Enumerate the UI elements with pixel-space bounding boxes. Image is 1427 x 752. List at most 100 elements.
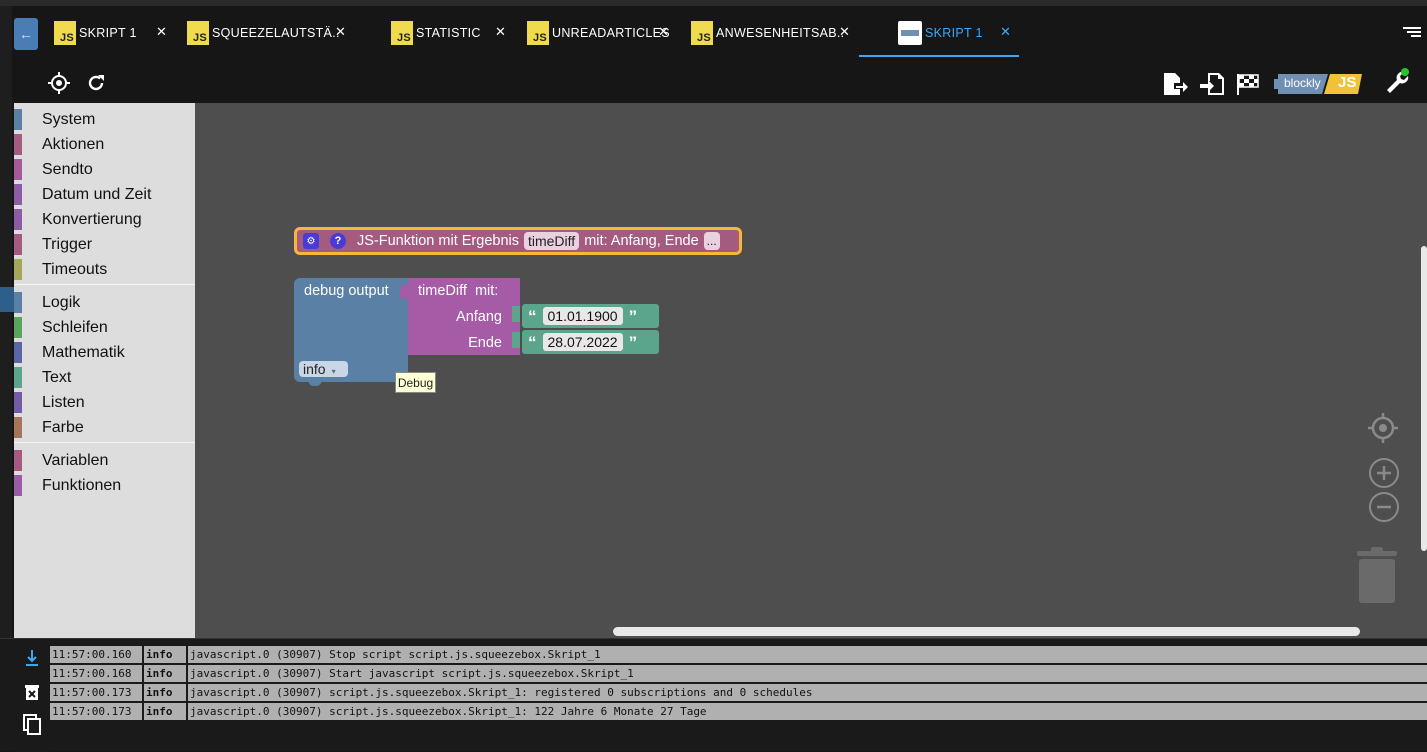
category-label: Listen	[42, 393, 85, 411]
zoom-in-icon[interactable]	[1368, 457, 1400, 489]
category-color-bar	[14, 450, 22, 471]
category-logik[interactable]: Logik	[14, 290, 195, 315]
text-value-field[interactable]: 01.01.1900	[542, 307, 623, 325]
import-icon[interactable]	[1199, 71, 1225, 97]
category-label: System	[42, 110, 96, 128]
block-connector	[400, 285, 410, 299]
tab-anwesenheitsab[interactable]: JS ANWESENHEITSAB.. ✕	[691, 18, 850, 48]
log-time: 11:57:00.173	[50, 684, 144, 701]
category-color-bar	[14, 417, 22, 438]
category-datum-und-zeit[interactable]: Datum und Zeit	[14, 182, 195, 207]
recenter-icon[interactable]	[1367, 412, 1399, 444]
locate-icon[interactable]	[48, 72, 70, 94]
function-name-field[interactable]: timeDiff	[523, 232, 580, 250]
category-sendto[interactable]: Sendto	[14, 157, 195, 182]
category-color-bar	[14, 475, 22, 496]
close-icon[interactable]: ✕	[335, 24, 346, 40]
function-call-block[interactable]: timeDiff mit: Anfang Ende	[408, 278, 520, 355]
open-quote-icon: “	[528, 332, 537, 352]
close-icon[interactable]: ✕	[156, 24, 167, 40]
debug-output-block[interactable]: debug output info ▾	[294, 278, 408, 382]
category-color-bar	[14, 367, 22, 388]
category-farbe[interactable]: Farbe	[14, 415, 195, 440]
tab-label: SKRIPT 1	[79, 26, 137, 40]
category-aktionen[interactable]: Aktionen	[14, 132, 195, 157]
trash-icon[interactable]	[1355, 545, 1399, 605]
checkered-flag-icon[interactable]	[1236, 72, 1260, 96]
close-icon[interactable]: ✕	[658, 24, 669, 40]
refresh-icon[interactable]	[86, 73, 106, 93]
arg-label-ende: Ende	[468, 335, 502, 351]
zoom-out-icon[interactable]	[1368, 491, 1400, 523]
back-button[interactable]: ←	[14, 18, 38, 50]
category-label: Sendto	[42, 160, 93, 178]
category-color-bar	[14, 184, 22, 205]
js-icon: JS	[391, 21, 413, 45]
category-separator	[14, 284, 195, 285]
scroll-down-icon[interactable]	[24, 649, 40, 667]
category-label: Text	[42, 368, 72, 386]
category-konvertierung[interactable]: Konvertierung	[14, 207, 195, 232]
category-variablen[interactable]: Variablen	[14, 448, 195, 473]
category-system[interactable]: System	[14, 107, 195, 132]
text-block-ende[interactable]: “ 28.07.2022 ”	[522, 330, 659, 354]
horizontal-scrollbar[interactable]	[613, 627, 1360, 636]
chevron-down-icon: ▾	[331, 367, 336, 376]
log-row: 11:57:00.173 info javascript.0 (30907) s…	[50, 703, 1427, 720]
copy-icon[interactable]	[22, 713, 42, 735]
tab-skript-1[interactable]: JS SKRIPT 1 ✕	[54, 18, 167, 48]
category-timeouts[interactable]: Timeouts	[14, 257, 195, 282]
menu-icon[interactable]	[1403, 27, 1421, 39]
log-row: 11:57:00.168 info javascript.0 (30907) S…	[50, 665, 1427, 682]
tab-statistic[interactable]: JS STATISTIC ✕	[391, 18, 506, 48]
category-label: Timeouts	[42, 260, 108, 278]
arrow-left-icon: ←	[19, 26, 33, 42]
category-separator	[14, 442, 195, 443]
blockly-js-toggle[interactable]: blockly JS	[1272, 72, 1370, 96]
category-funktionen[interactable]: Funktionen	[14, 473, 195, 498]
log-level: info	[144, 665, 188, 682]
open-quote-icon: “	[528, 306, 537, 326]
tab-skript-1-active[interactable]: SKRIPT 1 ✕	[898, 18, 1011, 48]
log-row: 11:57:00.160 info javascript.0 (30907) S…	[50, 646, 1427, 663]
gear-icon[interactable]: ⚙	[303, 233, 319, 249]
log-message: javascript.0 (30907) script.js.squeezebo…	[190, 705, 707, 718]
wrench-icon[interactable]	[1383, 66, 1413, 96]
function-definition-block[interactable]: ⚙ ? JS-Funktion mit Ergebnis timeDiff mi…	[294, 227, 742, 255]
tab-unreadarticles[interactable]: JS UNREADARTICLES ✕	[527, 18, 670, 48]
category-color-bar	[14, 234, 22, 255]
log-time: 11:57:00.173	[50, 703, 144, 720]
function-code-button[interactable]: ...	[703, 232, 720, 250]
close-icon[interactable]: ✕	[839, 24, 850, 40]
category-color-bar	[14, 317, 22, 338]
category-color-bar	[14, 109, 22, 130]
help-icon[interactable]: ?	[330, 233, 346, 249]
category-listen[interactable]: Listen	[14, 390, 195, 415]
close-icon[interactable]: ✕	[1000, 24, 1011, 40]
input-socket	[512, 332, 520, 348]
category-color-bar	[14, 392, 22, 413]
category-trigger[interactable]: Trigger	[14, 232, 195, 257]
blockly-workspace[interactable]: ⚙ ? JS-Funktion mit Ergebnis timeDiff mi…	[195, 103, 1427, 638]
log-message: javascript.0 (30907) script.js.squeezebo…	[190, 686, 813, 699]
close-icon[interactable]: ✕	[495, 24, 506, 40]
category-text[interactable]: Text	[14, 365, 195, 390]
category-color-bar	[14, 259, 22, 280]
log-level-value: info	[303, 361, 326, 377]
log-level: info	[144, 646, 188, 663]
category-label: Variablen	[42, 451, 109, 469]
category-mathematik[interactable]: Mathematik	[14, 340, 195, 365]
text-block-anfang[interactable]: “ 01.01.1900 ”	[522, 304, 659, 328]
text-value-field[interactable]: 28.07.2022	[542, 333, 623, 351]
log-time: 11:57:00.160	[50, 646, 144, 663]
tab-squeezelautstaerke[interactable]: JS SQUEEZELAUTSTÄ.. ✕	[187, 18, 346, 48]
js-icon: JS	[527, 21, 549, 45]
log-level: info	[144, 703, 188, 720]
vertical-scrollbar[interactable]	[1421, 246, 1427, 551]
tab-label: UNREADARTICLES	[552, 26, 670, 40]
category-schleifen[interactable]: Schleifen	[14, 315, 195, 340]
input-socket	[512, 306, 520, 322]
log-level-dropdown[interactable]: info ▾	[299, 361, 348, 377]
clear-log-icon[interactable]	[24, 683, 40, 701]
export-icon[interactable]	[1162, 71, 1188, 97]
